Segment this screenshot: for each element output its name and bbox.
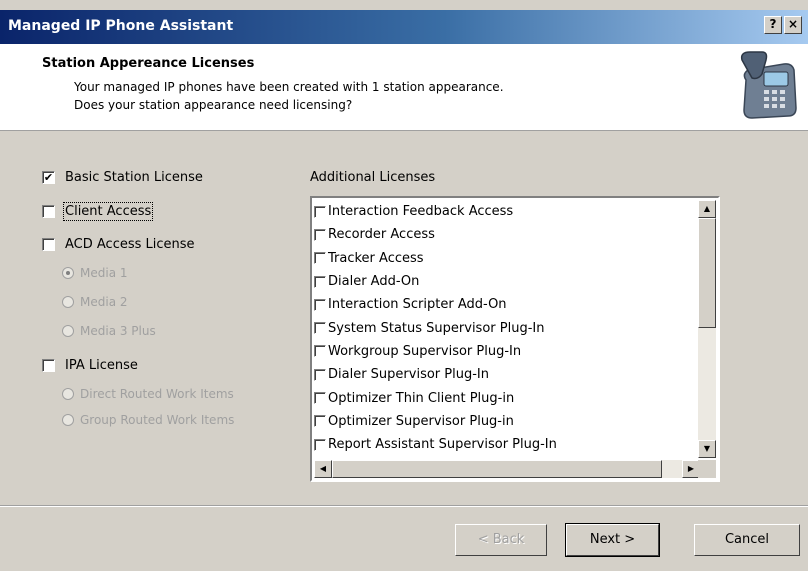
footer-divider [0,505,808,507]
client-access-checkbox[interactable]: Client Access [42,202,154,221]
radio-button[interactable] [62,414,74,426]
horizontal-scroll-thumb[interactable] [332,460,662,478]
acd-access-license-checkbox[interactable]: ACD Access License [42,237,195,252]
scroll-up-icon[interactable]: ▲ [698,200,716,218]
list-item[interactable]: Optimizer Supervisor Plug-in [314,410,700,433]
checkbox-box[interactable] [314,415,326,428]
group-routed-work-items-label: Group Routed Work Items [80,413,235,427]
list-item-label: Optimizer Thin Client Plug-in [328,390,515,406]
acd-access-license-label: ACD Access License [65,237,195,252]
group-routed-work-items-radio[interactable]: Group Routed Work Items [62,413,234,427]
ipa-license-label: IPA License [65,358,138,373]
checkbox-box[interactable] [42,205,55,218]
client-access-label: Client Access [62,202,154,221]
checkbox-box[interactable] [314,322,326,335]
media-1-label: Media 1 [80,266,128,280]
list-item-label: Interaction Scripter Add-On [328,297,507,313]
horizontal-scrollbar[interactable]: ◀ ▶ [314,460,700,478]
list-item-label: Optimizer Supervisor Plug-in [328,413,514,429]
list-item[interactable]: Optimizer Thin Client Plug-in [314,386,700,409]
checkbox-box[interactable] [42,359,55,372]
checkbox-box[interactable] [314,392,326,405]
checkbox-box[interactable] [314,275,326,288]
list-item-label: Workgroup Supervisor Plug-In [328,343,522,359]
basic-station-license-checkbox[interactable]: ✔ Basic Station License [42,170,203,185]
wizard-window: Managed IP Phone Assistant ? × Station A… [0,0,808,571]
list-item[interactable]: Recorder Access [314,223,700,246]
list-item[interactable]: Tracker Access [314,247,700,270]
additional-licenses-list[interactable]: Interaction Feedback Access Recorder Acc… [310,196,720,482]
page-title: Station Appereance Licenses [42,56,255,71]
vertical-scrollbar[interactable]: ▲ ▼ [698,200,716,458]
list-items-container: Interaction Feedback Access Recorder Acc… [314,200,700,458]
checkbox-box[interactable] [314,252,326,265]
list-item[interactable]: Workgroup Supervisor Plug-In [314,340,700,363]
scroll-down-icon[interactable]: ▼ [698,440,716,458]
help-button[interactable]: ? [764,16,782,34]
checkbox-box[interactable] [42,238,55,251]
cancel-button[interactable]: Cancel [694,524,800,556]
back-button[interactable]: < Back [455,524,547,556]
radio-button[interactable] [62,388,74,400]
list-item-label: System Status Supervisor Plug-In [328,320,545,336]
checkbox-box[interactable] [314,368,326,381]
list-item-label: Dialer Supervisor Plug-In [328,367,489,383]
list-item[interactable]: Dialer Supervisor Plug-In [314,363,700,386]
list-item[interactable]: Report Assistant Supervisor Plug-In [314,433,700,456]
list-item-label: Dialer Add-On [328,274,420,290]
radio-button[interactable] [62,325,74,337]
additional-licenses-label: Additional Licenses [310,170,436,185]
checkbox-box[interactable] [314,345,326,358]
next-button[interactable]: Next > [565,523,660,557]
list-item[interactable]: System Status Supervisor Plug-In [314,316,700,339]
ipa-license-checkbox[interactable]: IPA License [42,358,138,373]
media-3-plus-label: Media 3 Plus [80,324,156,338]
checkbox-box[interactable]: ✔ [42,171,55,184]
close-button[interactable]: × [784,16,802,34]
wizard-header: Station Appereance Licenses Your managed… [0,44,808,131]
list-item-label: Recorder Access [328,227,435,243]
ip-phone-icon [740,51,797,119]
media-2-label: Media 2 [80,295,128,309]
checkbox-box[interactable] [314,228,326,241]
window-title: Managed IP Phone Assistant [8,18,234,34]
scrollbar-corner [698,460,716,478]
title-bar[interactable]: Managed IP Phone Assistant ? × [0,10,808,44]
list-item-label: Tracker Access [328,250,424,266]
list-item[interactable]: Interaction Scripter Add-On [314,293,700,316]
media-2-radio[interactable]: Media 2 [62,295,128,309]
basic-station-license-label: Basic Station License [65,170,203,185]
header-description-line1: Your managed IP phones have been created… [74,80,504,94]
list-item[interactable]: Interaction Feedback Access [314,200,700,223]
media-3-plus-radio[interactable]: Media 3 Plus [62,324,156,338]
list-item[interactable]: Dialer Add-On [314,270,700,293]
scroll-left-icon[interactable]: ◀ [314,460,332,478]
list-item-label: Interaction Feedback Access [328,204,514,220]
direct-routed-work-items-label: Direct Routed Work Items [80,387,234,401]
vertical-scroll-thumb[interactable] [698,218,716,328]
checkbox-box[interactable] [314,438,326,451]
radio-button[interactable] [62,267,74,279]
radio-button[interactable] [62,296,74,308]
checkbox-box[interactable] [314,205,326,218]
checkbox-box[interactable] [314,298,326,311]
list-item-label: Report Assistant Supervisor Plug-In [328,437,557,453]
media-1-radio[interactable]: Media 1 [62,266,128,280]
header-description-line2: Does your station appearance need licens… [74,98,353,112]
direct-routed-work-items-radio[interactable]: Direct Routed Work Items [62,387,234,401]
